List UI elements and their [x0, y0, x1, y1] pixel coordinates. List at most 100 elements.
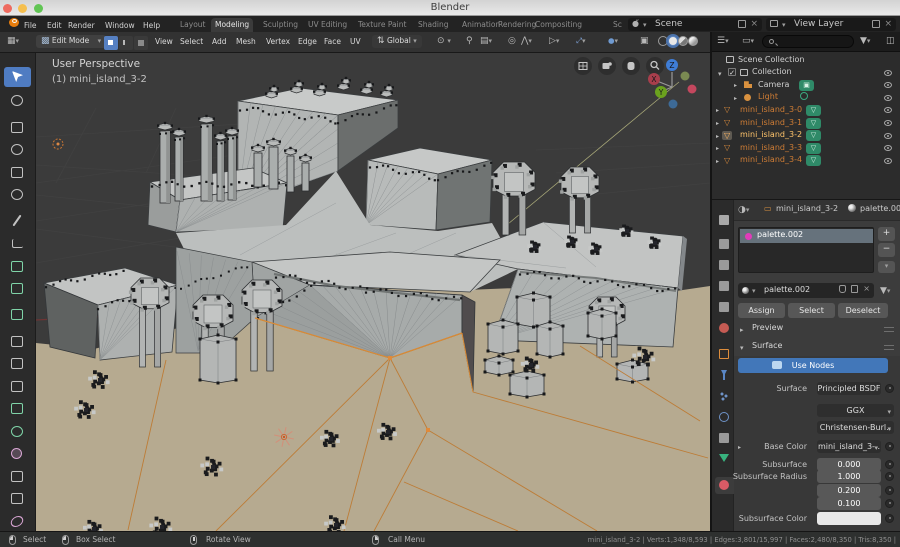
- subsurface-radius-2-animate-dot[interactable]: [885, 485, 894, 495]
- cursor-tool[interactable]: [4, 92, 31, 112]
- annotate-tool[interactable]: [4, 212, 31, 232]
- overlays-dropdown[interactable]: ●▾: [608, 36, 618, 45]
- orientation-dropdown[interactable]: ⇅ Global ▾: [372, 34, 422, 48]
- copy-material-icon[interactable]: [851, 285, 858, 293]
- spin-tool[interactable]: [4, 423, 31, 443]
- subsurface-animate-dot[interactable]: [885, 459, 894, 469]
- remove-slot-button[interactable]: −: [878, 243, 895, 257]
- viewport-menu-edge[interactable]: Edge: [298, 37, 317, 46]
- material-specials-icon[interactable]: ▼▾: [880, 286, 890, 296]
- shrink-flatten-tool[interactable]: [4, 490, 31, 510]
- gizmo-dropdown[interactable]: ▷▾: [549, 36, 559, 46]
- extrude-tool[interactable]: [4, 280, 31, 300]
- outliner-row-mini-island-3-2[interactable]: ▸ ▽ mini_island_3-2 ▽: [712, 130, 900, 143]
- outliner-item-label[interactable]: mini_island_3-2: [740, 130, 802, 139]
- move-tool[interactable]: [4, 119, 31, 139]
- outliner-row-collection[interactable]: ▾ ✓ Collection: [712, 67, 900, 80]
- shading-solid[interactable]: [668, 36, 678, 46]
- disclosure-icon[interactable]: ▸: [716, 145, 719, 152]
- view-layer-selector[interactable]: ▾ View Layer ×: [766, 17, 896, 31]
- outliner-row-mini-island-3-1[interactable]: ▸ ▽ mini_island_3-1 ▽: [712, 117, 900, 130]
- titlebar[interactable]: Blender: [0, 0, 900, 16]
- outliner-row-mini-island-3-4[interactable]: ▸ ▽ mini_island_3-4 ▽: [712, 155, 900, 168]
- pivot-dropdown[interactable]: ⊙ ▾: [437, 36, 451, 46]
- properties-tab-world[interactable]: [715, 320, 734, 337]
- disclosure-icon[interactable]: ▾: [718, 70, 722, 78]
- base-color-animate-dot[interactable]: [885, 441, 894, 451]
- smooth-tool[interactable]: [4, 445, 31, 465]
- subsurface-color-swatch[interactable]: [817, 512, 881, 525]
- blender-logo-icon[interactable]: [8, 18, 21, 29]
- tab-sculpting[interactable]: Sculpting: [259, 18, 302, 32]
- properties-editor-icon[interactable]: ◑▾: [738, 205, 749, 215]
- viewport-menu-uv[interactable]: UV: [350, 37, 361, 46]
- knife-tool[interactable]: [4, 378, 31, 398]
- subsurface-radius-3-animate-dot[interactable]: [885, 498, 894, 508]
- edge-select-button[interactable]: [119, 35, 133, 50]
- light-data-badge[interactable]: [800, 92, 808, 101]
- copy-scene-icon[interactable]: [738, 19, 746, 28]
- disclosure-icon[interactable]: ▸: [716, 107, 719, 114]
- hide-eye-icon[interactable]: [884, 132, 892, 139]
- add-slot-button[interactable]: +: [878, 227, 895, 241]
- tab-compositing[interactable]: Compositing: [531, 18, 586, 32]
- select-button[interactable]: Select: [788, 303, 835, 318]
- tab-uv-editing[interactable]: UV Editing: [304, 18, 351, 32]
- properties-tab-scene[interactable]: [715, 299, 734, 316]
- hide-eye-icon[interactable]: [884, 145, 892, 152]
- outliner-item-label[interactable]: Camera: [758, 80, 789, 89]
- mesh-data-badge[interactable]: ▽: [806, 104, 821, 116]
- gizmo-z-neg[interactable]: [668, 99, 678, 109]
- properties-tab-render[interactable]: [715, 236, 734, 253]
- snap-target-dropdown[interactable]: ▤▾: [480, 36, 492, 46]
- properties-tab-view-layer[interactable]: [715, 278, 734, 295]
- mesh-data-badge[interactable]: ▽: [806, 130, 821, 142]
- viewport-menu-face[interactable]: Face: [324, 37, 341, 46]
- use-nodes-button[interactable]: Use Nodes: [738, 358, 888, 373]
- mesh-data-badge[interactable]: ▽: [806, 155, 821, 167]
- collection-checkbox[interactable]: ✓: [728, 68, 736, 77]
- hide-eye-icon[interactable]: [884, 69, 892, 76]
- shading-material[interactable]: [678, 36, 688, 46]
- disclosure-icon[interactable]: ▸: [734, 82, 737, 89]
- outliner-item-label[interactable]: mini_island_3-0: [740, 105, 802, 114]
- distribution-field[interactable]: GGX: [817, 404, 894, 417]
- outliner-row-scene-collection[interactable]: Scene Collection: [712, 54, 900, 67]
- subsurface-radius-1-field[interactable]: 1.000: [817, 470, 881, 483]
- surface-animate-dot[interactable]: [885, 383, 894, 393]
- tab-sc[interactable]: Sc: [609, 18, 626, 32]
- outliner-item-label[interactable]: mini_island_3-1: [740, 118, 802, 127]
- rotate-tool[interactable]: [4, 141, 31, 161]
- loop-cut-tool[interactable]: [4, 355, 31, 375]
- outliner-item-label[interactable]: Light: [758, 92, 778, 101]
- gizmo-y-neg[interactable]: [680, 71, 690, 81]
- shear-tool[interactable]: [4, 513, 31, 533]
- outliner-row-camera[interactable]: ▸ Camera ▣: [712, 79, 900, 92]
- tab-modeling[interactable]: Modeling: [211, 18, 254, 32]
- menu-edit[interactable]: Edit: [47, 21, 62, 30]
- disclosure-icon[interactable]: ▸: [716, 133, 719, 140]
- subsurface-radius-1-animate-dot[interactable]: [885, 471, 894, 481]
- scene-selector[interactable]: ●̋ ▾ Scene ×: [628, 17, 762, 31]
- face-select-button[interactable]: [134, 35, 148, 50]
- menu-file[interactable]: File: [24, 21, 37, 30]
- add-cube-tool[interactable]: [4, 258, 31, 278]
- bevel-tool[interactable]: [4, 333, 31, 353]
- breadcrumb-material[interactable]: palette.002: [860, 204, 900, 213]
- sss-method-field[interactable]: Christensen-Burl..: [817, 421, 894, 434]
- shading-rendered[interactable]: [688, 36, 698, 46]
- outliner-item-label[interactable]: Scene Collection: [738, 55, 805, 64]
- close-scene-icon[interactable]: ×: [750, 19, 758, 29]
- outliner-filter-collection-icon[interactable]: ▭▾: [742, 36, 754, 46]
- shading-wireframe[interactable]: [658, 36, 668, 46]
- hide-eye-icon[interactable]: [884, 82, 892, 89]
- menu-render[interactable]: Render: [68, 21, 95, 30]
- mesh-data-badge[interactable]: ▽: [806, 142, 821, 154]
- subsurface-radius-2-field[interactable]: 0.200: [817, 484, 881, 497]
- outliner-row-mini-island-3-0[interactable]: ▸ ▽ mini_island_3-0 ▽: [712, 104, 900, 117]
- gizmo-x-neg[interactable]: [687, 84, 697, 94]
- measure-tool[interactable]: [4, 235, 31, 255]
- material-datablock-field[interactable]: ▾ palette.002 ×: [738, 283, 874, 298]
- breadcrumb-object[interactable]: mini_island_3-2: [776, 204, 838, 213]
- tab-texture-paint[interactable]: Texture Paint: [354, 18, 410, 32]
